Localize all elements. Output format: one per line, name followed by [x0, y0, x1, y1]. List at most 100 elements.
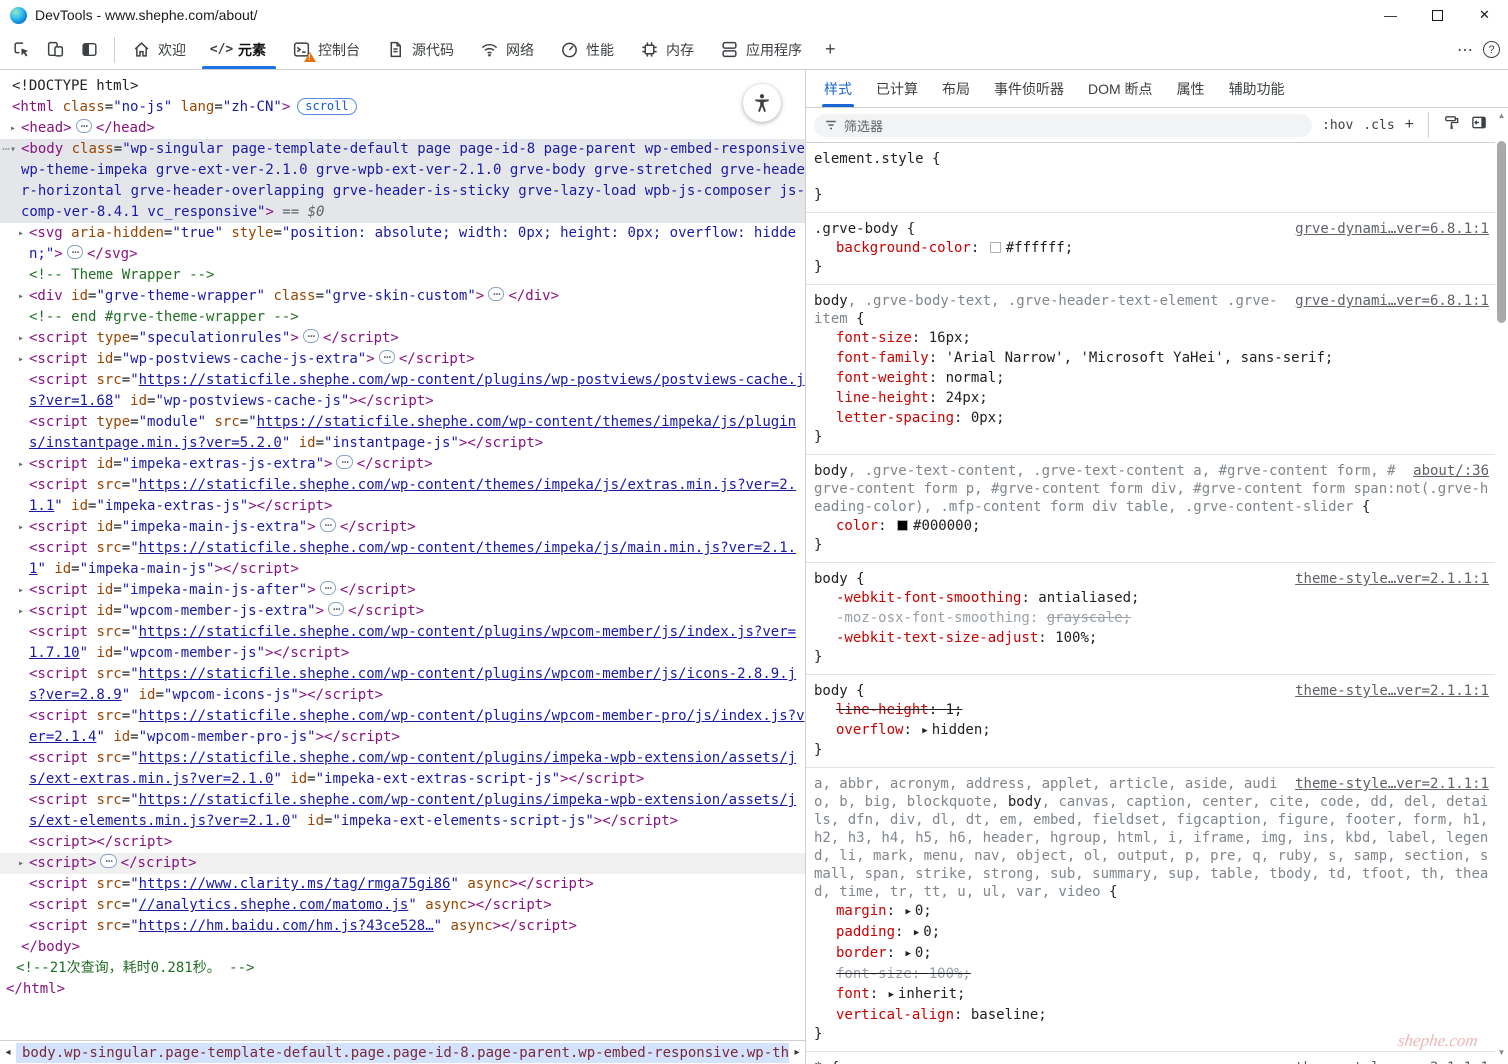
dom-line[interactable]: <script src="https://staticfile.shephe.c…: [0, 790, 805, 832]
dom-line[interactable]: <!-- end #grve-theme-wrapper -->: [0, 307, 805, 328]
expand-arrow-down-icon[interactable]: ▾: [7, 139, 19, 160]
dom-line[interactable]: <script src="https://staticfile.shephe.c…: [0, 475, 805, 517]
tab-performance[interactable]: 性能: [547, 30, 627, 69]
tab-sources[interactable]: 源代码: [373, 30, 467, 69]
dom-line[interactable]: <script src="https://www.clarity.ms/tag/…: [0, 874, 805, 895]
dom-line[interactable]: ▸<script id="impeka-extras-js-extra">⋯</…: [0, 454, 805, 475]
expand-arrow-right-icon[interactable]: ▸: [15, 286, 27, 307]
collapsed-content-icon[interactable]: ⋯: [320, 518, 336, 532]
device-toolbar-icon[interactable]: [40, 35, 70, 65]
sidebar-tab[interactable]: 样式: [812, 70, 864, 107]
minimize-button[interactable]: —: [1367, 0, 1414, 30]
sidebar-tab[interactable]: 布局: [930, 70, 982, 107]
css-declaration[interactable]: overflow: ▶hidden;: [814, 720, 1489, 741]
sidebar-tab[interactable]: 已计算: [864, 70, 930, 107]
tab-application[interactable]: 应用程序: [707, 30, 815, 69]
dom-line[interactable]: ▸<div id="grve-theme-wrapper" class="grv…: [0, 286, 805, 307]
dom-line[interactable]: ▸<svg aria-hidden="true" style="position…: [0, 223, 805, 265]
css-declaration[interactable]: line-height: 1;: [814, 700, 1489, 720]
styles-scrollbar[interactable]: ▲ ▼: [1495, 109, 1508, 1064]
collapsed-content-icon[interactable]: ⋯: [76, 119, 92, 133]
dom-line[interactable]: <script src="https://staticfile.shephe.c…: [0, 706, 805, 748]
sidebar-tab[interactable]: DOM 断点: [1076, 70, 1165, 107]
css-declaration[interactable]: border: ▶0;: [814, 943, 1489, 964]
stylesheet-source-link[interactable]: theme-style…ver=2.1.1:1: [1295, 570, 1489, 588]
collapsed-content-icon[interactable]: ⋯: [303, 329, 319, 343]
dom-line[interactable]: <script src="https://staticfile.shephe.c…: [0, 538, 805, 580]
css-declaration[interactable]: -webkit-text-size-adjust: 100%;: [814, 628, 1489, 648]
expand-arrow-right-icon[interactable]: ▸: [15, 328, 27, 349]
css-declaration[interactable]: -webkit-font-smoothing: antialiased;: [814, 588, 1489, 608]
css-selector[interactable]: a, abbr, acronym, address, applet, artic…: [814, 775, 1489, 901]
stylesheet-source-link[interactable]: grve-dynami…ver=6.8.1:1: [1295, 220, 1489, 238]
dom-line[interactable]: ▸<script id="impeka-main-js-extra">⋯</sc…: [0, 517, 805, 538]
filter-input[interactable]: 筛选器: [814, 114, 1312, 137]
more-options-icon[interactable]: ⋯: [1457, 40, 1473, 60]
dom-line[interactable]: <html class="no-js" lang="zh-CN">scroll: [0, 97, 805, 118]
collapsed-content-icon[interactable]: ⋯: [328, 602, 344, 616]
stylesheet-source-link[interactable]: theme-style…ver=2.1.1:1: [1295, 682, 1489, 700]
css-declaration[interactable]: padding: ▶0;: [814, 922, 1489, 943]
dom-line[interactable]: <script src="https://staticfile.shephe.c…: [0, 748, 805, 790]
expand-arrow-right-icon[interactable]: ▸: [15, 349, 27, 370]
resource-link[interactable]: https://www.clarity.ms/tag/rmga75gi86: [139, 876, 451, 892]
dom-line[interactable]: </html>: [0, 979, 805, 1000]
resource-link[interactable]: //analytics.shephe.com/matomo.js: [139, 897, 409, 913]
stylesheet-source-link[interactable]: grve-dynami…ver=6.8.1:1: [1295, 292, 1489, 310]
resource-link[interactable]: https://hm.baidu.com/hm.js?43ce528…: [139, 918, 434, 934]
css-declaration[interactable]: font-weight: normal;: [814, 368, 1489, 388]
dom-line[interactable]: <script></script>: [0, 832, 805, 853]
css-declaration[interactable]: line-height: 24px;: [814, 388, 1489, 408]
tab-memory[interactable]: 内存: [627, 30, 707, 69]
expand-shorthand-icon[interactable]: ▶: [905, 944, 910, 964]
breadcrumb-left-arrow-icon[interactable]: ◂: [0, 1047, 16, 1058]
collapsed-content-icon[interactable]: ⋯: [320, 581, 336, 595]
toggle-hover-state-button[interactable]: :hov: [1322, 118, 1353, 133]
new-style-rule-button[interactable]: +: [1405, 116, 1414, 134]
dom-line[interactable]: ▸<script type="speculationrules">⋯</scri…: [0, 328, 805, 349]
css-declaration[interactable]: font: ▶inherit;: [814, 984, 1489, 1005]
css-declaration[interactable]: letter-spacing: 0px;: [814, 408, 1489, 428]
dom-line[interactable]: </body>: [0, 937, 805, 958]
collapsed-content-icon[interactable]: ⋯: [379, 350, 395, 364]
expand-shorthand-icon[interactable]: ▶: [889, 985, 894, 1005]
expand-shorthand-icon[interactable]: ▶: [905, 902, 910, 922]
expand-shorthand-icon[interactable]: ▶: [914, 923, 919, 943]
dom-line[interactable]: ▸<head>⋯</head>: [0, 118, 805, 139]
collapsed-content-icon[interactable]: ⋯: [67, 245, 83, 259]
expand-shorthand-icon[interactable]: ▶: [922, 721, 927, 741]
tab-home[interactable]: 欢迎: [119, 30, 199, 69]
scroll-badge[interactable]: scroll: [297, 98, 356, 115]
css-declaration[interactable]: margin: ▶0;: [814, 901, 1489, 922]
stylesheet-source-link[interactable]: theme-style…ver=2.1.1:1: [1295, 775, 1489, 793]
sidebar-tab[interactable]: 属性: [1165, 70, 1217, 107]
expand-arrow-right-icon[interactable]: ▸: [15, 223, 27, 244]
expand-arrow-right-icon[interactable]: ▸: [15, 517, 27, 538]
dom-line[interactable]: <script src="https://staticfile.shephe.c…: [0, 370, 805, 412]
focus-mode-icon[interactable]: [74, 35, 104, 65]
color-swatch[interactable]: [897, 520, 908, 531]
dom-line[interactable]: ▸<script>⋯</script>: [0, 853, 805, 874]
dom-line[interactable]: ⋯▾<body class="wp-singular page-template…: [0, 139, 805, 223]
tab-network[interactable]: 网络: [467, 30, 547, 69]
color-swatch[interactable]: [990, 242, 1001, 253]
inspect-icon[interactable]: [6, 35, 36, 65]
dock-panel-icon[interactable]: [1470, 114, 1488, 136]
dom-line[interactable]: ▸<script id="wp-postviews-cache-js-extra…: [0, 349, 805, 370]
tab-elements[interactable]: </>元素: [199, 30, 279, 69]
expand-arrow-right-icon[interactable]: ▸: [15, 601, 27, 622]
css-declaration[interactable]: font-size: 100%;: [814, 964, 1489, 984]
maximize-button[interactable]: [1414, 0, 1461, 30]
dom-line[interactable]: <script src="https://staticfile.shephe.c…: [0, 664, 805, 706]
dom-line[interactable]: <!DOCTYPE html>: [0, 76, 805, 97]
scroll-down-icon[interactable]: ▼: [1498, 1046, 1506, 1060]
scroll-up-icon[interactable]: ▲: [1498, 109, 1506, 123]
css-declaration[interactable]: vertical-align: baseline;: [814, 1005, 1489, 1025]
css-declaration[interactable]: background-color: #ffffff;: [814, 238, 1489, 258]
dom-line[interactable]: <script type="module" src="https://stati…: [0, 412, 805, 454]
breadcrumb-item-body[interactable]: body.wp-singular.page-template-default.p…: [16, 1043, 789, 1063]
collapsed-content-icon[interactable]: ⋯: [488, 287, 504, 301]
expand-arrow-right-icon[interactable]: ▸: [7, 118, 19, 139]
dom-line[interactable]: <!--21次查询，耗时0.281秒。 -->: [0, 958, 805, 979]
close-button[interactable]: ✕: [1461, 0, 1508, 30]
